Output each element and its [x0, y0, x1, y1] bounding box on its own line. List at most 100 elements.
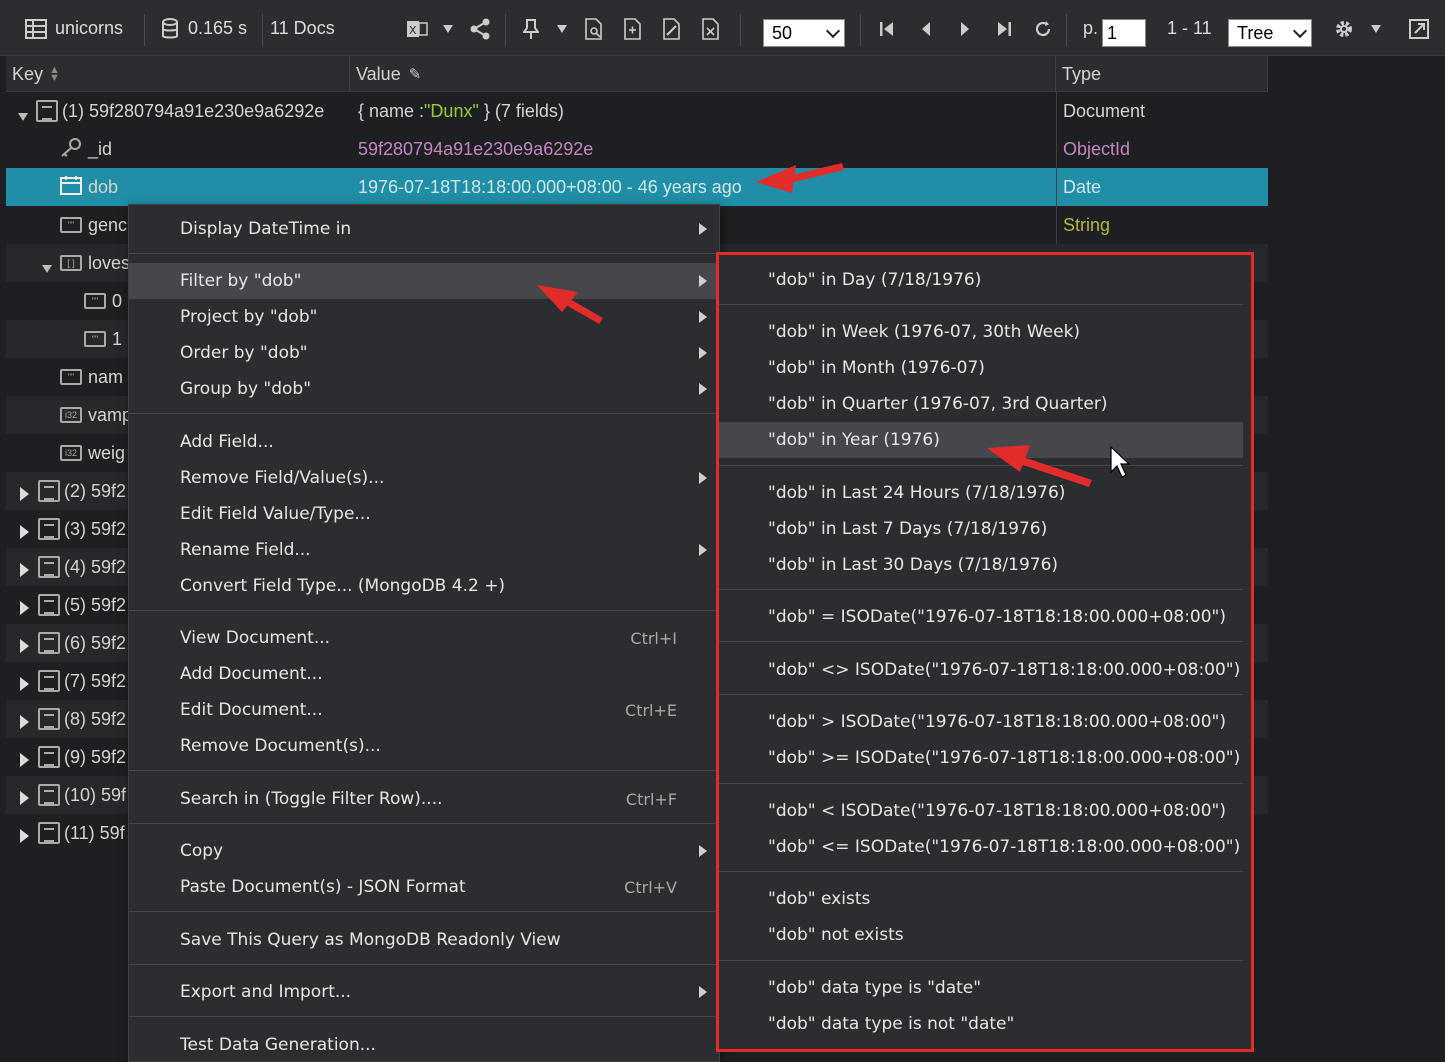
page-number-input[interactable]: 1	[1102, 19, 1146, 47]
refresh-icon[interactable]	[1031, 17, 1055, 41]
filter-type-date[interactable]: "dob" data type is "date"	[719, 970, 1243, 1006]
menu-item-rename-field[interactable]: Rename Field...	[129, 532, 719, 568]
column-value-label: Value	[356, 63, 401, 84]
chevron-down-icon[interactable]	[1364, 17, 1388, 41]
filter-not-equals[interactable]: "dob" <> ISODate("1976-07-18T18:18:00.00…	[719, 652, 1243, 688]
menu-item-search-in[interactable]: Search in (Toggle Filter Row).... Ctrl+F	[129, 781, 719, 817]
share-icon[interactable]	[468, 17, 492, 41]
menu-item-edit-document[interactable]: Edit Document... Ctrl+E	[129, 692, 719, 728]
submenu-arrow-icon	[699, 986, 707, 998]
filter-equals[interactable]: "dob" = ISODate("1976-07-18T18:18:00.000…	[719, 599, 1243, 635]
submenu-arrow-icon	[699, 383, 707, 395]
menu-item-label: Project by "dob"	[180, 307, 318, 327]
menu-item-group-by[interactable]: Group by "dob"	[129, 371, 719, 407]
menu-item-add-field[interactable]: Add Field...	[129, 424, 719, 460]
table-row[interactable]: _id 59f280794a91e230e9a6292e ObjectId	[6, 130, 1268, 168]
row-key: (9) 59f2	[64, 746, 127, 767]
menu-item-label: Edit Document...	[180, 700, 323, 720]
menu-item-remove-field[interactable]: Remove Field/Value(s)...	[129, 460, 719, 496]
menu-item-order-by[interactable]: Order by "dob"	[129, 335, 719, 371]
int32-icon: i32	[60, 407, 82, 423]
column-header-value[interactable]: Value ✎	[350, 56, 1056, 92]
table-row[interactable]: (1) 59f280794a91e230e9a6292e { name : "D…	[6, 92, 1268, 130]
row-value: 1976-07-18T18:18:00.000+08:00 - 46 years…	[358, 176, 742, 197]
chevron-down-icon[interactable]	[436, 17, 460, 41]
document-icon	[38, 822, 60, 844]
next-page-icon[interactable]	[953, 17, 977, 41]
column-header-type[interactable]: Type	[1056, 56, 1268, 92]
filter-last-7-days[interactable]: "dob" in Last 7 Days (7/18/1976)	[719, 511, 1243, 547]
menu-item-remove-document[interactable]: Remove Document(s)...	[129, 728, 719, 764]
expand-icon[interactable]	[20, 827, 32, 843]
filter-type-not-date[interactable]: "dob" data type is not "date"	[719, 1006, 1243, 1042]
document-search-icon[interactable]	[582, 17, 606, 41]
expand-icon[interactable]	[20, 789, 32, 805]
menu-item-add-document[interactable]: Add Document...	[129, 656, 719, 692]
document-icon	[38, 518, 60, 540]
excel-icon[interactable]: X	[405, 17, 429, 41]
row-key: 1	[112, 328, 123, 349]
expand-icon[interactable]	[20, 675, 32, 691]
expand-icon[interactable]	[20, 713, 32, 729]
filter-exists[interactable]: "dob" exists	[719, 881, 1243, 917]
last-page-icon[interactable]	[992, 17, 1016, 41]
menu-item-edit-field[interactable]: Edit Field Value/Type...	[129, 496, 719, 532]
document-remove-icon[interactable]	[699, 17, 723, 41]
menu-item-filter-by[interactable]: Filter by "dob"	[129, 263, 719, 299]
document-add-icon[interactable]	[621, 17, 645, 41]
document-edit-icon[interactable]	[660, 17, 684, 41]
menu-item-test-data[interactable]: Test Data Generation...	[129, 1027, 719, 1062]
submenu-arrow-icon	[699, 845, 707, 857]
filter-last-30-days[interactable]: "dob" in Last 30 Days (7/18/1976)	[719, 547, 1243, 583]
view-mode-select[interactable]: Tree	[1228, 19, 1312, 47]
filter-greater-equal[interactable]: "dob" >= ISODate("1976-07-18T18:18:00.00…	[719, 740, 1243, 776]
filter-last-24-hours[interactable]: "dob" in Last 24 Hours (7/18/1976)	[719, 475, 1243, 511]
filter-day[interactable]: "dob" in Day (7/18/1976)	[719, 262, 1243, 298]
int32-icon: i32	[60, 445, 82, 461]
popout-icon[interactable]	[1407, 17, 1431, 41]
menu-item-project-by[interactable]: Project by "dob"	[129, 299, 719, 335]
row-key: (8) 59f2	[64, 708, 127, 729]
gear-icon[interactable]	[1332, 17, 1356, 41]
document-icon	[38, 632, 60, 654]
filter-quarter[interactable]: "dob" in Quarter (1976-07, 3rd Quarter)	[719, 386, 1243, 422]
expand-icon[interactable]	[20, 637, 32, 653]
expand-icon[interactable]	[20, 751, 32, 767]
page-size-select[interactable]: 50	[763, 19, 845, 47]
submenu-arrow-icon	[699, 275, 707, 287]
filter-month[interactable]: "dob" in Month (1976-07)	[719, 350, 1243, 386]
menu-item-copy[interactable]: Copy	[129, 833, 719, 869]
expand-icon[interactable]	[20, 523, 32, 539]
menu-item-view-document[interactable]: View Document... Ctrl+I	[129, 620, 719, 656]
document-icon	[38, 556, 60, 578]
menu-item-display-datetime[interactable]: Display DateTime in	[129, 211, 719, 247]
filter-less-equal[interactable]: "dob" <= ISODate("1976-07-18T18:18:00.00…	[719, 829, 1243, 865]
expand-icon[interactable]	[20, 599, 32, 615]
edit-icon[interactable]: ✎	[409, 65, 422, 83]
filter-not-exists[interactable]: "dob" not exists	[719, 917, 1243, 953]
pin-icon[interactable]	[519, 17, 543, 41]
first-page-icon[interactable]	[875, 17, 899, 41]
table-row-selected[interactable]: dob 1976-07-18T18:18:00.000+08:00 - 46 y…	[6, 168, 1268, 206]
filter-week[interactable]: "dob" in Week (1976-07, 30th Week)	[719, 314, 1243, 350]
menu-item-label: Copy	[180, 841, 224, 861]
menu-item-export-import[interactable]: Export and Import...	[129, 974, 719, 1010]
chevron-down-icon[interactable]	[550, 17, 574, 41]
sort-icon[interactable]: ▲ ▼	[49, 65, 60, 84]
filter-year[interactable]: "dob" in Year (1976)	[719, 422, 1243, 458]
menu-item-save-query[interactable]: Save This Query as MongoDB Readonly View	[129, 922, 719, 958]
expand-icon[interactable]	[20, 561, 32, 577]
filter-greater-than[interactable]: "dob" > ISODate("1976-07-18T18:18:00.000…	[719, 704, 1243, 740]
menu-item-label: Add Field...	[180, 432, 274, 452]
column-header-key[interactable]: Key ▲ ▼	[6, 56, 350, 92]
row-key: nam	[88, 366, 124, 387]
document-icon	[38, 784, 60, 806]
collapse-icon[interactable]	[42, 257, 54, 273]
previous-page-icon[interactable]	[914, 17, 938, 41]
menu-item-paste[interactable]: Paste Document(s) - JSON Format Ctrl+V	[129, 869, 719, 905]
filter-less-than[interactable]: "dob" < ISODate("1976-07-18T18:18:00.000…	[719, 793, 1243, 829]
menu-item-label: Remove Document(s)...	[180, 736, 381, 756]
expand-icon[interactable]	[20, 485, 32, 501]
menu-item-convert-field[interactable]: Convert Field Type... (MongoDB 4.2 +)	[129, 568, 719, 604]
collapse-icon[interactable]	[18, 105, 30, 121]
